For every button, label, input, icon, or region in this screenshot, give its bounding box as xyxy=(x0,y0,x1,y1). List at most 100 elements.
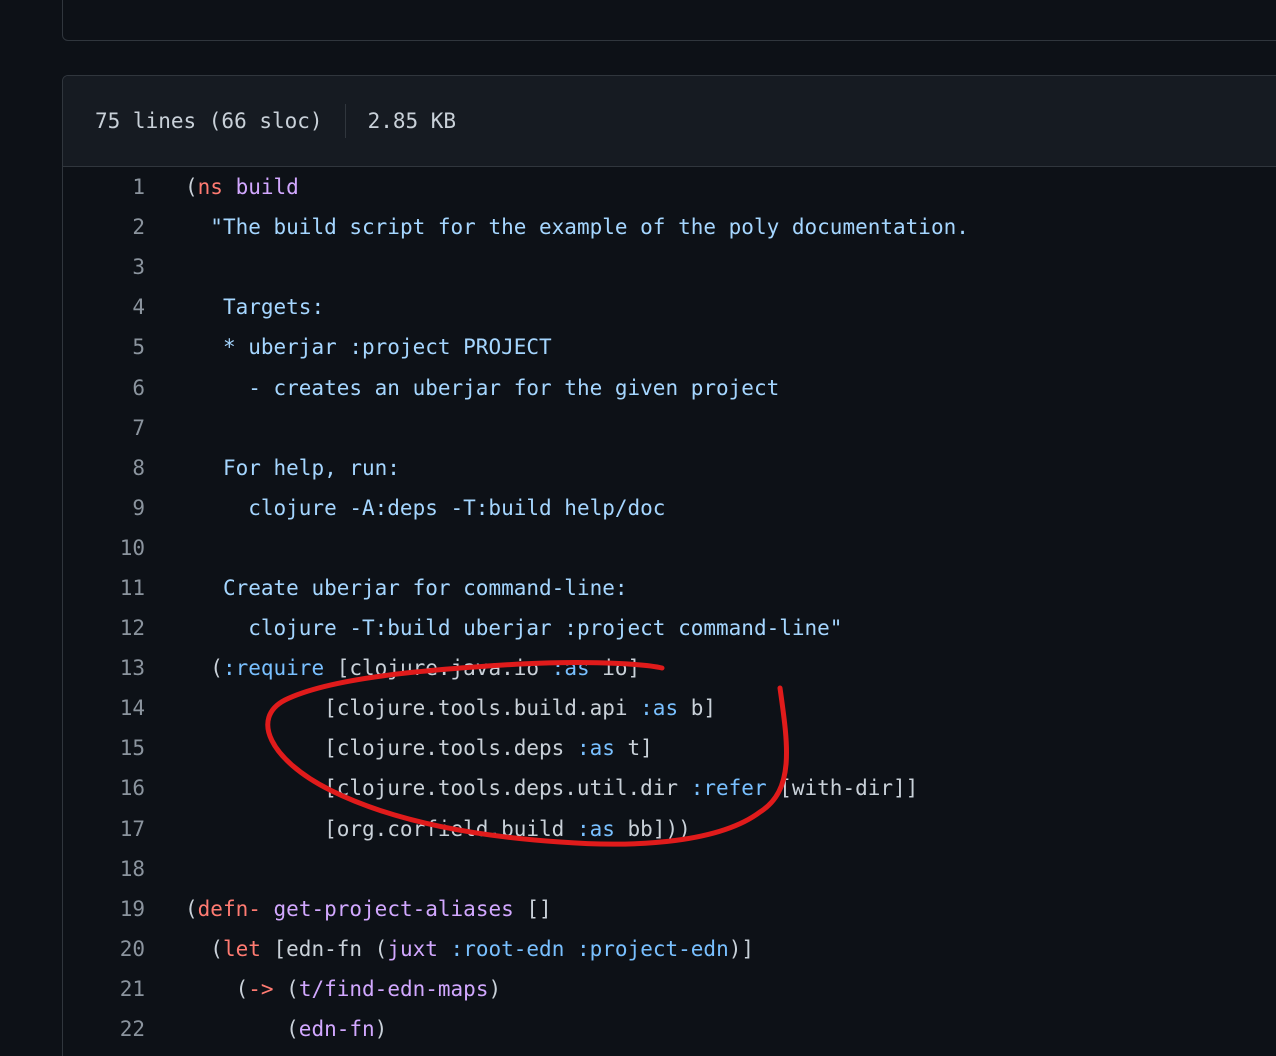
file-size: 2.85 KB xyxy=(367,109,457,133)
code-text: [clojure.tools.deps.util.dir :refer [wit… xyxy=(145,776,918,800)
line-number[interactable]: 12 xyxy=(63,616,145,640)
line-number[interactable]: 20 xyxy=(63,937,145,961)
code-token: For help, run: xyxy=(222,455,400,480)
code-token: [with-dir]] xyxy=(766,776,919,801)
line-number[interactable]: 8 xyxy=(63,456,145,480)
code-token: :as xyxy=(576,816,615,841)
code-line: 21 (-> (t/find-edn-maps) xyxy=(63,969,1276,1009)
code-line: 1 (ns build xyxy=(63,167,1276,207)
line-number[interactable]: 3 xyxy=(63,255,145,279)
code-token: juxt xyxy=(387,936,438,961)
code-token: t/find-edn-maps xyxy=(298,976,489,1001)
code-token: -> xyxy=(248,976,274,1001)
code-line: 13 (:require [clojure.java.io :as io] xyxy=(63,648,1276,688)
code-token: ns xyxy=(197,175,223,200)
code-line: 14 [clojure.tools.build.api :as b] xyxy=(63,688,1276,728)
code-line: 17 [org.corfield.build :as bb])) xyxy=(63,809,1276,849)
line-number[interactable]: 14 xyxy=(63,696,145,720)
code-token: * uberjar :project PROJECT xyxy=(222,335,552,360)
line-number[interactable]: 21 xyxy=(63,977,145,1001)
code-text: - creates an uberjar for the given proje… xyxy=(145,376,779,400)
code-line: 9 clojure -A:deps -T:build help/doc xyxy=(63,488,1276,528)
line-number[interactable]: 1 xyxy=(63,175,145,199)
code-line: 11 Create uberjar for command-line: xyxy=(63,568,1276,608)
code-token: ( xyxy=(185,175,198,200)
code-line: 16 [clojure.tools.deps.util.dir :refer [… xyxy=(63,768,1276,808)
code-token: Targets: xyxy=(222,295,325,320)
code-token: "The build script for the example of the… xyxy=(210,215,969,240)
line-number[interactable]: 2 xyxy=(63,215,145,239)
code-text: * uberjar :project PROJECT xyxy=(145,335,552,359)
code-text: (defn- get-project-aliases [] xyxy=(145,897,552,921)
code-token: ( xyxy=(185,936,223,961)
code-line: 2 "The build script for the example of t… xyxy=(63,207,1276,247)
code-line: 3 xyxy=(63,247,1276,287)
line-number[interactable]: 17 xyxy=(63,817,145,841)
line-number[interactable]: 11 xyxy=(63,576,145,600)
code-line: 4 Targets: xyxy=(63,287,1276,327)
code-token: Create uberjar for command-line: xyxy=(222,575,628,600)
code-token: clojure -T:build uberjar :project comman… xyxy=(248,616,843,641)
code-text: Targets: xyxy=(145,295,324,319)
code-token: ( xyxy=(185,656,223,681)
code-token: :refer xyxy=(690,776,767,801)
line-number[interactable]: 13 xyxy=(63,656,145,680)
code-line: 8 For help, run: xyxy=(63,448,1276,488)
code-token: :as xyxy=(551,656,590,681)
code-token: ) xyxy=(374,1017,388,1042)
code-token: ( xyxy=(185,976,249,1001)
code-text: clojure -T:build uberjar :project comman… xyxy=(145,616,842,640)
code-text: [clojure.tools.build.api :as b] xyxy=(145,696,716,720)
code-text: Create uberjar for command-line: xyxy=(145,576,628,600)
code-token: [clojure.tools.build.api xyxy=(185,696,641,721)
code-token: bb])) xyxy=(614,816,691,841)
line-number[interactable]: 10 xyxy=(63,536,145,560)
line-number[interactable]: 6 xyxy=(63,376,145,400)
code-text: "The build script for the example of the… xyxy=(145,215,969,239)
file-info-header: 75 lines (66 sloc) 2.85 KB xyxy=(63,76,1276,167)
code-token: ( xyxy=(185,1017,299,1042)
line-number[interactable]: 4 xyxy=(63,295,145,319)
line-number[interactable]: 16 xyxy=(63,776,145,800)
code-text: clojure -A:deps -T:build help/doc xyxy=(145,496,665,520)
code-body: 1 (ns build 2 "The build script for the ex… xyxy=(63,167,1276,1049)
header-divider xyxy=(344,104,346,138)
code-token: :as xyxy=(576,736,615,761)
line-number[interactable]: 19 xyxy=(63,897,145,921)
line-number[interactable]: 5 xyxy=(63,335,145,359)
code-token: t] xyxy=(614,736,653,761)
code-token: [clojure.tools.deps xyxy=(185,736,577,761)
code-token: io] xyxy=(589,656,641,681)
code-line: 18 xyxy=(63,849,1276,889)
code-token: clojure -A:deps -T:build help/doc xyxy=(248,495,666,520)
code-token: b] xyxy=(678,696,717,721)
code-line: 7 xyxy=(63,408,1276,448)
code-token: [] xyxy=(513,896,552,921)
code-token: :root-edn xyxy=(450,936,565,961)
code-token: defn- xyxy=(197,896,261,921)
line-number[interactable]: 15 xyxy=(63,736,145,760)
line-number[interactable]: 18 xyxy=(63,857,145,881)
code-token: :project-edn xyxy=(577,936,729,961)
line-number[interactable]: 9 xyxy=(63,496,145,520)
code-token: ( xyxy=(185,896,198,921)
line-number[interactable]: 7 xyxy=(63,416,145,440)
code-line: 22 (edn-fn) xyxy=(63,1009,1276,1049)
code-token: - creates an uberjar for the given proje… xyxy=(248,375,780,400)
line-number[interactable]: 22 xyxy=(63,1017,145,1041)
code-line: 19 (defn- get-project-aliases [] xyxy=(63,889,1276,929)
code-token: [edn-fn ( xyxy=(260,936,388,961)
code-line: 20 (let [edn-fn (juxt :root-edn :project… xyxy=(63,929,1276,969)
code-text: [clojure.tools.deps :as t] xyxy=(145,736,653,760)
code-token: )] xyxy=(728,936,755,961)
